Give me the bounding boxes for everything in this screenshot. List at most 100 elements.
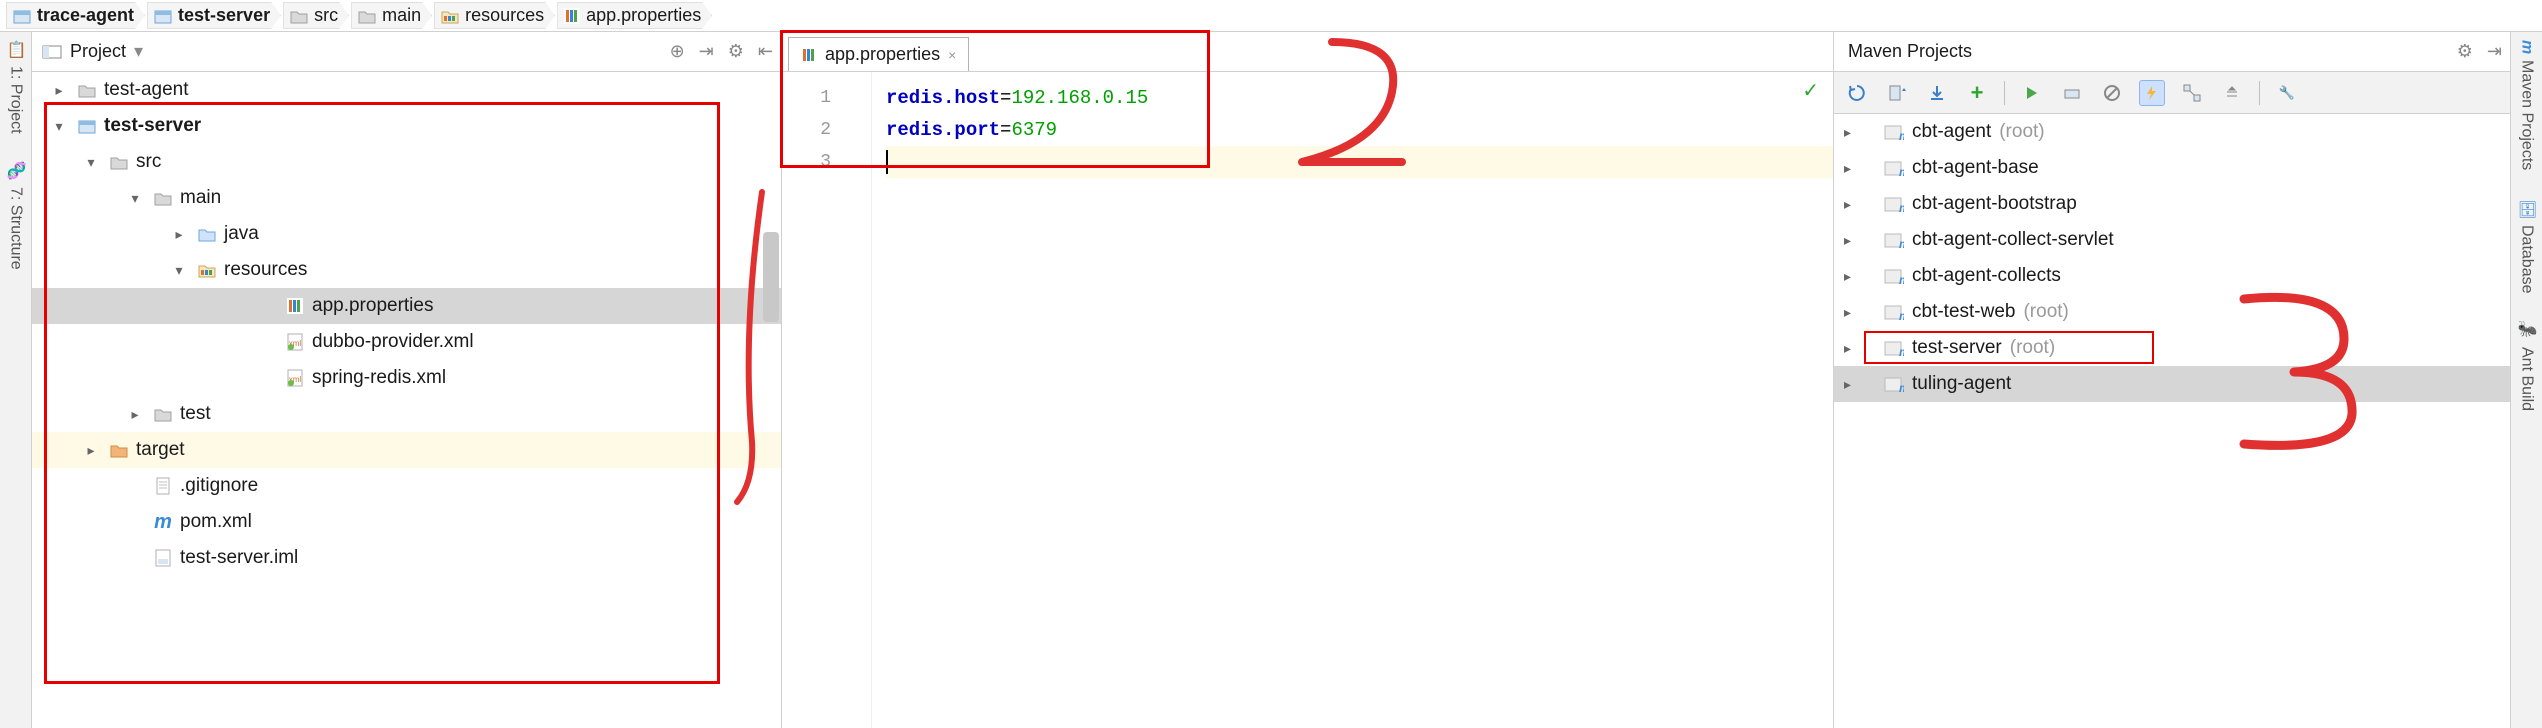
breadcrumb-item[interactable]: trace-agent [6,2,145,29]
execute-goal-icon[interactable] [2059,80,2085,106]
breadcrumb-item[interactable]: test-server [147,2,281,29]
collapse-all-icon[interactable] [2219,80,2245,106]
text-caret [886,150,888,174]
tree-row[interactable]: test-server.iml [32,540,781,576]
side-tab-structure[interactable]: 🧬 7: Structure [4,157,27,273]
maven-tree-row[interactable]: ▸mcbt-agent (root) [1834,114,2510,150]
properties-file-icon [801,47,817,63]
toggle-skip-tests-icon[interactable] [2099,80,2125,106]
collapse-all-icon[interactable]: ⇥ [699,41,714,62]
chevron-icon[interactable]: ▸ [1844,268,1862,285]
side-tab-maven[interactable]: m Maven Projects [2516,36,2538,175]
maven-settings-icon[interactable]: 🔧 [2274,80,2300,106]
tree-row[interactable]: mpom.xml [32,504,781,540]
tree-row[interactable]: xmldubbo-provider.xml [32,324,781,360]
property-value: 6379 [1011,119,1057,141]
side-tab-ant[interactable]: 🐜 Ant Build [2515,317,2538,415]
chevron-icon[interactable]: ▾ [124,190,146,207]
maven-module-icon: m [1870,303,1904,321]
chevron-icon[interactable]: ▾ [80,154,102,171]
chevron-icon[interactable]: ▸ [1844,196,1862,213]
close-tab-icon[interactable]: × [948,47,956,63]
chevron-icon[interactable]: ▸ [1844,160,1862,177]
tree-row[interactable]: ▾resources [32,252,781,288]
tree-label: dubbo-provider.xml [312,331,474,353]
maven-tree-row[interactable]: ▸ m tuling-agent [1834,366,2510,402]
tree-row[interactable]: ▸java [32,216,781,252]
tree-row[interactable]: ▾main [32,180,781,216]
chevron-icon[interactable]: ▸ [1844,124,1862,141]
maven-module-label: tuling-agent [1912,373,2011,395]
file-icon [152,475,174,497]
add-maven-project-icon[interactable]: + [1964,80,1990,106]
breadcrumb-item[interactable]: app.properties [557,2,712,29]
tree-row[interactable]: ▸ test [32,396,781,432]
chevron-icon[interactable]: ▾ [168,262,190,279]
toggle-offline-icon[interactable] [2139,80,2165,106]
hide-panel-icon[interactable]: ⇥ [2487,41,2502,62]
tree-row[interactable]: xmlspring-redis.xml [32,360,781,396]
maven-tree-row[interactable]: ▸mcbt-agent-collect-servlet [1834,222,2510,258]
side-tab-project[interactable]: 📋 1: Project [4,36,27,137]
tree-row[interactable]: ▾src [32,144,781,180]
maven-tree-row[interactable]: ▸mcbt-test-web (root) [1834,294,2510,330]
breadcrumb-item[interactable]: main [351,2,432,29]
run-icon[interactable] [2019,80,2045,106]
maven-icon: m [152,511,174,533]
maven-module-icon: m [1870,123,1904,141]
hide-panel-icon[interactable]: ⇤ [758,41,773,62]
tree-row[interactable]: ▾test-server [32,108,781,144]
chevron-icon[interactable]: ▸ [1844,304,1862,321]
chevron-icon[interactable]: ▸ [124,406,146,423]
code-area[interactable]: redis.host=192.168.0.15 redis.port=6379 [872,72,1833,728]
side-tab-label: 7: Structure [7,187,25,270]
maven-panel-header: Maven Projects ⚙ ⇥ [1834,32,2510,72]
line-number: 2 [782,114,831,146]
tree-label: target [136,439,185,461]
project-tree[interactable]: ▸test-agent▾test-server▾src▾main▸java▾re… [32,72,781,728]
tree-row[interactable]: ▸test-agent [32,72,781,108]
project-view-icon [42,44,62,60]
maven-module-label: cbt-agent-collects [1912,265,2061,287]
tree-row[interactable]: .gitignore [32,468,781,504]
editor-tab-app-properties[interactable]: app.properties × [788,37,969,71]
folder-icon [76,79,98,101]
svg-text:m: m [1899,309,1904,321]
maven-tree-row[interactable]: ▸mcbt-agent-base [1834,150,2510,186]
maven-module-icon: m [1870,339,1904,357]
side-tab-database[interactable]: 🗄 Database [2515,195,2538,298]
chevron-icon[interactable]: ▸ [80,442,102,459]
maven-tree-row[interactable]: ▸mcbt-agent-bootstrap [1834,186,2510,222]
settings-gear-icon[interactable]: ⚙ [728,41,744,62]
tree-row[interactable]: ▸ target [32,432,781,468]
chevron-icon[interactable]: ▸ [48,82,70,99]
maven-module-label: test-server [1912,337,2002,359]
code-line [886,146,1833,178]
chevron-icon[interactable]: ▸ [1844,232,1862,249]
scrollbar-thumb[interactable] [763,232,779,322]
maven-tree[interactable]: ▸mcbt-agent (root)▸mcbt-agent-base▸mcbt-… [1834,114,2510,728]
generate-sources-icon[interactable] [1884,80,1910,106]
chevron-icon[interactable]: ▸ [1844,340,1862,357]
scroll-to-source-icon[interactable]: ⊕ [670,41,685,62]
download-sources-icon[interactable] [1924,80,1950,106]
settings-gear-icon[interactable]: ⚙ [2457,41,2473,62]
maven-module-icon: m [1870,375,1904,393]
chevron-icon[interactable]: ▸ [1844,376,1862,393]
code-line: redis.host=192.168.0.15 [886,82,1833,114]
refresh-icon[interactable] [1844,80,1870,106]
view-mode-chevron-icon[interactable]: ▾ [134,41,143,62]
maven-tree-row[interactable]: ▸mtest-server (root) [1834,330,2510,366]
tree-label: test [180,403,211,425]
maven-tree-row[interactable]: ▸mcbt-agent-collects [1834,258,2510,294]
right-toolwindow-strip: m Maven Projects 🗄 Database 🐜 Ant Build [2510,32,2542,728]
tree-row[interactable]: app.properties [32,288,781,324]
breadcrumb-item[interactable]: resources [434,2,555,29]
show-dependencies-icon[interactable] [2179,80,2205,106]
svg-text:m: m [1899,129,1904,141]
chevron-icon[interactable]: ▸ [168,226,190,243]
chevron-icon[interactable]: ▾ [48,118,70,135]
breadcrumb-item[interactable]: src [283,2,349,29]
editor-body[interactable]: 1 2 3 redis.host=192.168.0.15 redis.port… [782,72,1833,728]
maven-icon: m [2518,40,2536,54]
